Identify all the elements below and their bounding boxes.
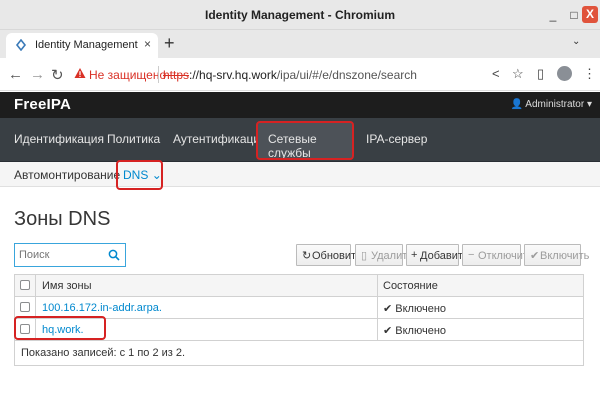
table-header-row: Имя зоны Состояние	[15, 275, 583, 297]
close-window-button[interactable]: X	[582, 6, 598, 23]
select-all-checkbox[interactable]	[20, 280, 30, 290]
side-panel-icon[interactable]: ▯	[537, 66, 544, 82]
zone-name-link[interactable]: 100.16.172.in-addr.arpa.	[42, 302, 162, 314]
column-divider	[377, 275, 378, 296]
search-input[interactable]	[19, 247, 107, 263]
sub-navigation: Автомонтирование DNS ⌄	[0, 162, 600, 187]
url-path: /ipa/ui/#/e/dnszone/search	[276, 68, 417, 82]
zone-status-label: Включено	[395, 303, 447, 315]
column-header-status[interactable]: Состояние	[383, 280, 438, 292]
column-divider	[35, 275, 36, 296]
disable-button[interactable]: − Отключить	[462, 244, 534, 266]
new-tab-button[interactable]: +	[164, 33, 175, 54]
column-divider	[35, 297, 36, 318]
security-status[interactable]: Не защищено	[89, 68, 166, 82]
zone-status: ✔ Включено	[383, 324, 446, 337]
minimize-button[interactable]: _	[545, 7, 561, 23]
window-title: Identity Management - Chromium	[204, 8, 395, 22]
minus-icon: −	[468, 249, 475, 261]
browser-tab[interactable]: Identity Management ×	[6, 33, 158, 58]
url-scheme: https	[163, 68, 190, 82]
forward-arrow-icon[interactable]: →	[30, 66, 45, 83]
subnav-automount[interactable]: Автомонтирование	[14, 168, 120, 182]
page-title: Зоны DNS	[14, 208, 111, 230]
nav-authentication[interactable]: Аутентификация	[173, 132, 267, 146]
zone-status-label: Включено	[395, 325, 447, 337]
maximize-button[interactable]: □	[566, 7, 582, 23]
warning-icon	[74, 68, 86, 78]
column-divider	[377, 319, 378, 340]
url-host: ://hq-srv.hq.work	[189, 68, 277, 82]
user-icon: 👤	[510, 99, 524, 110]
bookmark-star-icon[interactable]: ☆	[512, 66, 524, 82]
check-icon: ✔	[530, 250, 540, 262]
highlight-network-services	[256, 121, 354, 160]
share-icon[interactable]: <	[492, 66, 500, 81]
highlight-dns	[116, 160, 163, 190]
user-menu[interactable]: 👤 Administrator ▾	[511, 99, 592, 110]
plus-icon: +	[411, 249, 418, 261]
tab-strip: Identity Management ×	[0, 30, 600, 58]
highlight-hq-work-row	[14, 316, 106, 340]
user-name: Administrator	[525, 99, 585, 110]
column-header-zone-name[interactable]: Имя зоны	[42, 280, 92, 292]
freeipa-favicon-icon	[15, 39, 27, 51]
refresh-button[interactable]: ↻ Обновить	[296, 244, 362, 266]
refresh-icon: ↻	[302, 250, 312, 262]
tab-close-icon[interactable]: ×	[144, 37, 151, 51]
tab-search-chevron-icon[interactable]: ⌄	[572, 36, 580, 47]
table-footer: Показано записей: с 1 по 2 из 2.	[15, 341, 583, 365]
freeipa-header: FreeIPA 👤 Administrator ▾	[0, 92, 600, 118]
row-checkbox[interactable]	[20, 302, 30, 312]
back-arrow-icon[interactable]: ←	[8, 66, 23, 83]
search-icon[interactable]	[108, 249, 120, 261]
records-count: Показано записей: с 1 по 2 из 2.	[21, 347, 186, 359]
window-titlebar: Identity Management - Chromium _ □ X	[0, 0, 600, 30]
delete-button[interactable]: ▯ Удалить	[355, 244, 413, 266]
check-icon: ✔	[383, 303, 396, 315]
browser-toolbar: ← → ↻ Не защищено https://hq-srv.hq.work…	[0, 58, 600, 91]
url-separator	[158, 66, 159, 83]
zone-status: ✔ Включено	[383, 302, 446, 315]
freeipa-logo[interactable]: FreeIPA	[14, 96, 71, 113]
reload-icon[interactable]: ↻	[51, 66, 64, 84]
column-divider	[377, 297, 378, 318]
nav-policy[interactable]: Политика	[107, 132, 160, 146]
check-icon: ✔	[383, 325, 396, 337]
tab-title: Identity Management	[35, 39, 138, 51]
profile-avatar[interactable]	[557, 66, 572, 81]
chevron-down-icon: ▾	[586, 99, 592, 110]
search-box	[14, 243, 126, 267]
address-bar[interactable]: https://hq-srv.hq.work/ipa/ui/#/e/dnszon…	[163, 68, 417, 82]
trash-icon: ▯	[361, 250, 368, 262]
nav-ipa-server[interactable]: IPA-сервер	[366, 132, 427, 146]
add-button[interactable]: + Добавить	[406, 244, 469, 266]
enable-button[interactable]: ✔ Включить	[524, 244, 589, 266]
enable-label: Включить	[540, 250, 590, 262]
nav-identity[interactable]: Идентификация	[14, 132, 104, 146]
browser-menu-icon[interactable]: ⋮	[583, 66, 596, 82]
